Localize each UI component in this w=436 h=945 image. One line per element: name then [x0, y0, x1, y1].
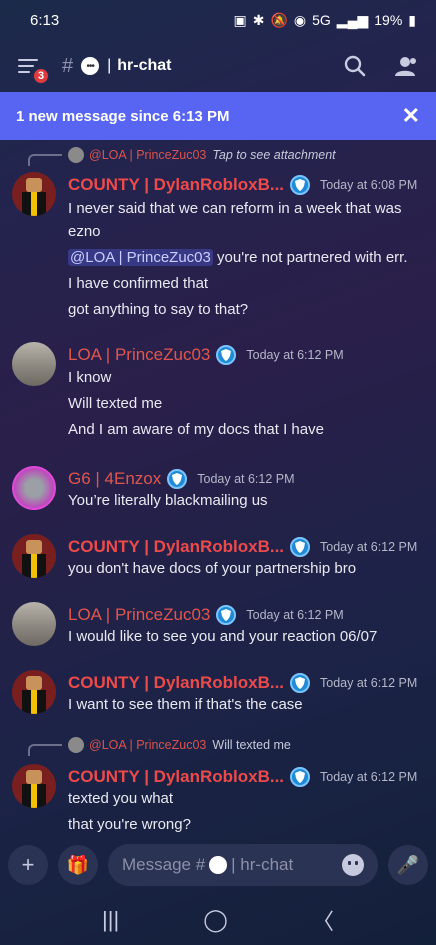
author-name[interactable]: COUNTY | DylanRobloxB...	[68, 175, 284, 195]
gift-icon[interactable]: 🎁	[58, 845, 98, 885]
message-composer: + 🎁 Message # | hr-chat 🎤	[0, 840, 436, 890]
message-line: I have confirmed that	[68, 275, 209, 292]
home-icon[interactable]: ◯	[203, 907, 228, 933]
avatar[interactable]	[12, 534, 56, 578]
avatar[interactable]	[12, 466, 56, 510]
emoji-icon[interactable]	[342, 854, 364, 876]
timestamp: Today at 6:12 PM	[320, 540, 418, 554]
reply-avatar	[68, 147, 84, 163]
message-line: I know	[68, 369, 112, 386]
shield-icon	[290, 175, 311, 195]
mute-icon: 🔕	[270, 11, 288, 28]
status-time: 6:13	[30, 11, 60, 29]
shield-icon	[216, 605, 237, 625]
avatar[interactable]	[12, 670, 56, 714]
timestamp: Today at 6:12 PM	[320, 676, 418, 690]
shield-icon	[290, 537, 311, 557]
network-type: 5G	[312, 12, 331, 28]
message-list[interactable]: @LOA | PrinceZuc03 Tap to see attachment…	[0, 140, 436, 840]
plus-icon[interactable]: +	[8, 845, 48, 885]
message-line: texted you what	[68, 790, 174, 807]
placeholder-channel: | hr-chat	[231, 855, 294, 874]
shield-icon	[167, 469, 188, 489]
new-messages-text: 1 new message since 6:13 PM	[16, 107, 230, 125]
status-icons: ▣ ✱ 🔕 ◉ 5G ▂▄▆ 19% ▮	[233, 12, 416, 29]
author-name[interactable]: COUNTY | DylanRobloxB...	[68, 537, 284, 557]
avatar[interactable]	[12, 764, 56, 808]
channel-header: 3 # ••• | hr-chat	[0, 40, 436, 92]
menu-icon[interactable]: 3	[18, 57, 50, 85]
notification-icon: ▣	[233, 11, 247, 28]
message-line: got anything to say to that?	[68, 301, 249, 318]
timestamp: Today at 6:12 PM	[197, 472, 295, 486]
avatar[interactable]	[12, 172, 56, 216]
message-line: And I am aware of my docs that I have	[68, 421, 324, 438]
reply-author: @LOA | PrinceZuc03	[89, 738, 207, 752]
placeholder-prefix: Message #	[122, 855, 206, 874]
author-name[interactable]: G6 | 4Enzox	[68, 469, 161, 489]
message-line: I would like to see you and your reactio…	[68, 628, 378, 645]
avatar[interactable]	[12, 342, 56, 386]
recents-icon[interactable]: |||	[102, 907, 119, 933]
message-line: I want to see them if that's the case	[68, 696, 303, 713]
timestamp: Today at 6:08 PM	[320, 178, 418, 192]
reply-text: Will texted me	[212, 738, 291, 752]
shield-icon	[216, 345, 237, 365]
channel-title[interactable]: hr-chat	[117, 57, 344, 75]
message-line: you don't have docs of your partnership …	[68, 560, 357, 577]
timestamp: Today at 6:12 PM	[320, 770, 418, 784]
message-line: I never said that we can reform in a wee…	[68, 200, 402, 217]
message-input[interactable]: Message # | hr-chat	[108, 844, 378, 886]
members-icon[interactable]	[394, 55, 418, 77]
header-separator: |	[107, 57, 112, 74]
message-line: You’re literally blackmailing us	[68, 492, 268, 509]
message-line: Will texted me	[68, 395, 163, 412]
reply-reference[interactable]: @LOA | PrinceZuc03 Tap to see attachment	[28, 145, 336, 166]
author-name[interactable]: LOA | PrinceZuc03	[68, 605, 210, 625]
bluetooth-icon: ✱	[252, 11, 265, 28]
search-icon[interactable]	[344, 55, 366, 77]
timestamp: Today at 6:12 PM	[246, 608, 344, 622]
author-name[interactable]: COUNTY | DylanRobloxB...	[68, 767, 284, 787]
battery-icon: ▮	[408, 11, 416, 28]
hotspot-icon: ◉	[293, 11, 307, 28]
reply-text: Tap to see attachment	[212, 148, 336, 162]
reply-avatar	[68, 737, 84, 753]
avatar[interactable]	[12, 602, 56, 646]
signal-icon: ▂▄▆	[336, 11, 369, 28]
hash-icon: #	[62, 54, 74, 77]
author-name[interactable]: COUNTY | DylanRobloxB...	[68, 673, 284, 693]
message-line: ezno	[68, 223, 101, 240]
chat-bubble-icon: •••	[81, 57, 100, 75]
reply-reference[interactable]: @LOA | PrinceZuc03 Will texted me	[28, 735, 291, 756]
battery-level: 19%	[374, 12, 403, 28]
user-mention[interactable]: @LOA | PrinceZuc03	[68, 249, 213, 266]
message-line: that you're wrong?	[68, 816, 191, 833]
timestamp: Today at 6:12 PM	[246, 348, 344, 362]
status-bar: 6:13 ▣ ✱ 🔕 ◉ 5G ▂▄▆ 19% ▮	[0, 0, 436, 40]
shield-icon	[290, 673, 311, 693]
new-messages-bar[interactable]: 1 new message since 6:13 PM ✕	[0, 92, 436, 140]
notification-badge: 3	[32, 67, 50, 85]
author-name[interactable]: LOA | PrinceZuc03	[68, 345, 210, 365]
mention-line-text: you're not partnered with err.	[212, 249, 408, 266]
back-icon[interactable]: 〈	[312, 904, 334, 936]
system-nav-bar: ||| ◯ 〈	[0, 895, 436, 945]
close-icon[interactable]: ✕	[402, 103, 420, 129]
message-line: @LOA | PrinceZuc03 you're not partnered …	[68, 249, 408, 266]
chat-bubble-icon	[209, 856, 228, 874]
mic-icon[interactable]: 🎤	[388, 845, 428, 885]
reply-author: @LOA | PrinceZuc03	[89, 148, 207, 162]
shield-icon	[290, 767, 311, 787]
